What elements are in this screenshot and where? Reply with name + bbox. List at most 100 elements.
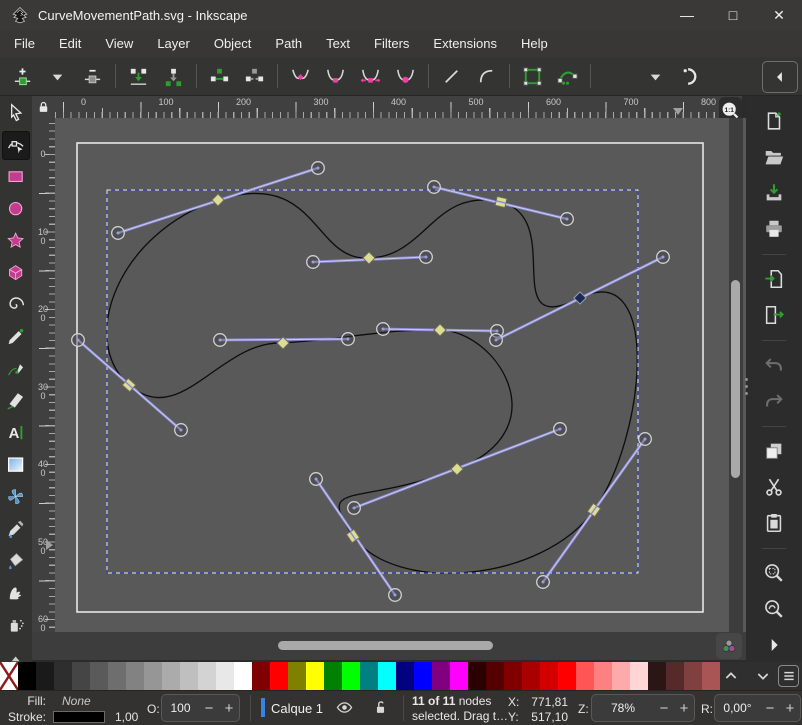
vertical-scrollbar[interactable] [729,118,743,632]
palette-swatch-aa5555[interactable] [702,662,720,690]
snap-toolbar-collapse-button[interactable] [762,61,798,93]
tool-ellipse[interactable] [2,195,30,224]
dropdown-arrow-button[interactable] [40,61,75,92]
duplicate-button[interactable] [757,436,791,466]
palette-swatch-00ffff[interactable] [378,662,396,690]
palette-swatch-2b0000[interactable] [468,662,486,690]
stroke-to-path-button[interactable] [550,61,585,92]
maximize-button[interactable]: □ [710,0,756,30]
layer-name[interactable]: Calque 1 [271,701,323,716]
stroke-swatch[interactable] [53,711,105,723]
node-smooth-button[interactable] [318,61,353,92]
tool-paint-bucket[interactable] [2,547,30,576]
palette-scroll-down-button[interactable] [752,666,774,686]
new-document-button[interactable] [757,106,791,136]
palette-swatch-800000[interactable] [504,662,522,690]
menu-file[interactable]: File [2,32,47,55]
palette-swatch-d40000[interactable] [540,662,558,690]
palette-swatch-000000[interactable] [18,662,36,690]
palette-swatch-552a2a[interactable] [666,662,684,690]
break-nodes-button[interactable] [156,61,191,92]
paste-button[interactable] [757,508,791,538]
node-corner-button[interactable] [283,61,318,92]
menu-object[interactable]: Object [202,32,264,55]
path-node[interactable] [212,194,224,206]
palette-swatch-800080[interactable] [432,662,450,690]
show-transform-handles-button[interactable] [673,61,708,92]
palette-swatch-ffffff[interactable] [234,662,252,690]
palette-swatch-ff8080[interactable] [594,662,612,690]
palette-swatch-ffd5d5[interactable] [630,662,648,690]
palette-swatch-ffff00[interactable] [306,662,324,690]
palette-swatch-0000ff[interactable] [414,662,432,690]
palette-swatch-454545[interactable] [72,662,90,690]
segment-line-button[interactable] [434,61,469,92]
tool-text[interactable]: A [2,419,30,448]
palette-menu-button[interactable] [778,665,799,687]
fill-value[interactable]: None [62,694,91,708]
palette-scroll-up-button[interactable] [720,666,742,686]
palette-swatch-ff0000[interactable] [270,662,288,690]
tool-tweak[interactable] [2,579,30,608]
zoom-decrease-button[interactable]: − [654,700,674,717]
palette-swatch-2e2e2e[interactable] [54,662,72,690]
expand-panel-button[interactable] [757,630,791,660]
tool-pencil[interactable] [2,323,30,352]
palette-swatch-804040[interactable] [684,662,702,690]
zoom-selection-button[interactable] [757,558,791,588]
tool-pen[interactable] [2,355,30,384]
tool-mesh-gradient[interactable] [2,483,30,512]
rotation-decrease-button[interactable]: − [760,700,780,717]
tool-spiral[interactable] [2,291,30,320]
palette-swatch-ababab[interactable] [162,662,180,690]
save-document-button[interactable] [757,178,791,208]
menu-view[interactable]: View [93,32,145,55]
delete-node-button[interactable] [75,61,110,92]
tool-rectangle[interactable] [2,163,30,192]
canvas[interactable] [55,118,746,660]
zoom-increase-button[interactable]: + [674,700,694,717]
path-node[interactable] [451,463,463,475]
palette-swatch-828282[interactable] [126,662,144,690]
minimize-button[interactable]: — [664,0,710,30]
palette-swatch-008000[interactable] [324,662,342,690]
palette-swatch-800000[interactable] [252,662,270,690]
palette-swatch-808000[interactable] [288,662,306,690]
palette-swatch-6e6e6e[interactable] [108,662,126,690]
palette-swatch-969696[interactable] [144,662,162,690]
layer-lock-icon[interactable] [372,699,389,719]
tool-star[interactable] [2,227,30,256]
color-managed-display-toggle[interactable] [716,633,742,659]
menu-help[interactable]: Help [509,32,560,55]
menu-text[interactable]: Text [314,32,362,55]
palette-swatch-550000[interactable] [486,662,504,690]
horizontal-ruler[interactable]: 0100200300400500600700800 [55,96,742,118]
palette-swatch-e8e8e8[interactable] [216,662,234,690]
palette-swatch-2b1515[interactable] [648,662,666,690]
delete-segment-button[interactable] [237,61,272,92]
palette-swatch-ff5555[interactable] [576,662,594,690]
layer-visibility-eye-icon[interactable] [336,699,353,719]
insert-node-button[interactable] [5,61,40,92]
node-symmetric-button[interactable] [353,61,388,92]
menu-layer[interactable]: Layer [145,32,202,55]
node-auto-button[interactable] [388,61,423,92]
vertical-ruler[interactable]: 0100200300400500600 [32,118,55,632]
zoom-input[interactable]: 78% [592,701,654,715]
tool-spray[interactable] [2,611,30,640]
bezier-path[interactable] [107,193,637,573]
join-segment-button[interactable] [202,61,237,92]
menu-filters[interactable]: Filters [362,32,421,55]
horizontal-scrollbar[interactable] [55,632,746,660]
drawing-area[interactable] [55,118,726,632]
palette-swatch-ffaaaa[interactable] [612,662,630,690]
zoom-drawing-button[interactable] [757,594,791,624]
open-document-button[interactable] [757,142,791,172]
menu-edit[interactable]: Edit [47,32,93,55]
opacity-decrease-button[interactable]: − [199,700,219,717]
opacity-input[interactable]: 100 [162,701,199,715]
palette-swatch-none[interactable] [0,662,18,690]
lock-guides-toggle[interactable] [32,96,55,118]
print-document-button[interactable] [757,214,791,244]
rotation-increase-button[interactable]: + [780,700,800,717]
